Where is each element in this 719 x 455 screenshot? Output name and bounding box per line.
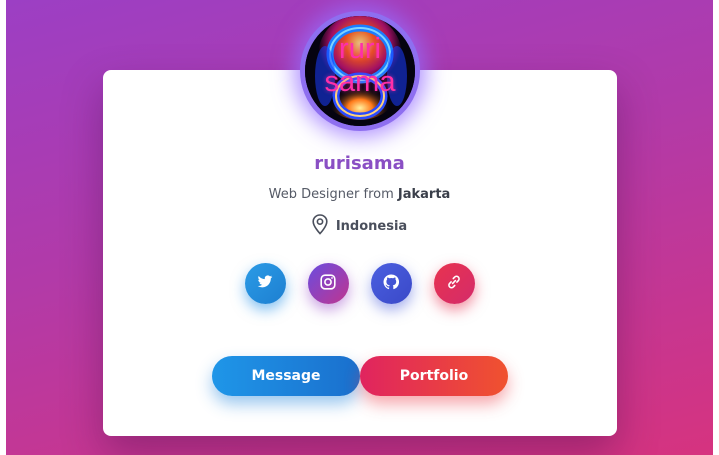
twitter-icon bbox=[257, 274, 273, 293]
map-pin-icon bbox=[312, 214, 328, 239]
avatar: ruri sama bbox=[300, 11, 420, 131]
message-button[interactable]: Message bbox=[212, 356, 360, 396]
portfolio-button[interactable]: Portfolio bbox=[360, 356, 508, 396]
profile-location: Indonesia bbox=[6, 214, 713, 239]
instagram-button[interactable] bbox=[307, 263, 349, 304]
role-prefix: Web Designer from bbox=[268, 187, 398, 202]
social-links bbox=[6, 263, 713, 304]
github-icon bbox=[383, 273, 400, 294]
avatar-text-line2: sama bbox=[324, 66, 396, 98]
avatar-image: ruri sama bbox=[305, 16, 415, 126]
avatar-text-line1: ruri bbox=[339, 33, 381, 65]
location-label: Indonesia bbox=[335, 219, 408, 234]
link-button[interactable] bbox=[433, 263, 475, 304]
page-background: ruri sama rurisama Web Designer from Jak… bbox=[6, 0, 713, 455]
github-button[interactable] bbox=[370, 263, 412, 304]
profile-name: rurisama bbox=[314, 153, 405, 174]
link-icon bbox=[446, 274, 462, 294]
profile-role: Web Designer from Jakarta bbox=[6, 187, 713, 202]
instagram-icon bbox=[320, 273, 336, 294]
role-city: Jakarta bbox=[397, 187, 451, 202]
twitter-button[interactable] bbox=[244, 263, 286, 304]
